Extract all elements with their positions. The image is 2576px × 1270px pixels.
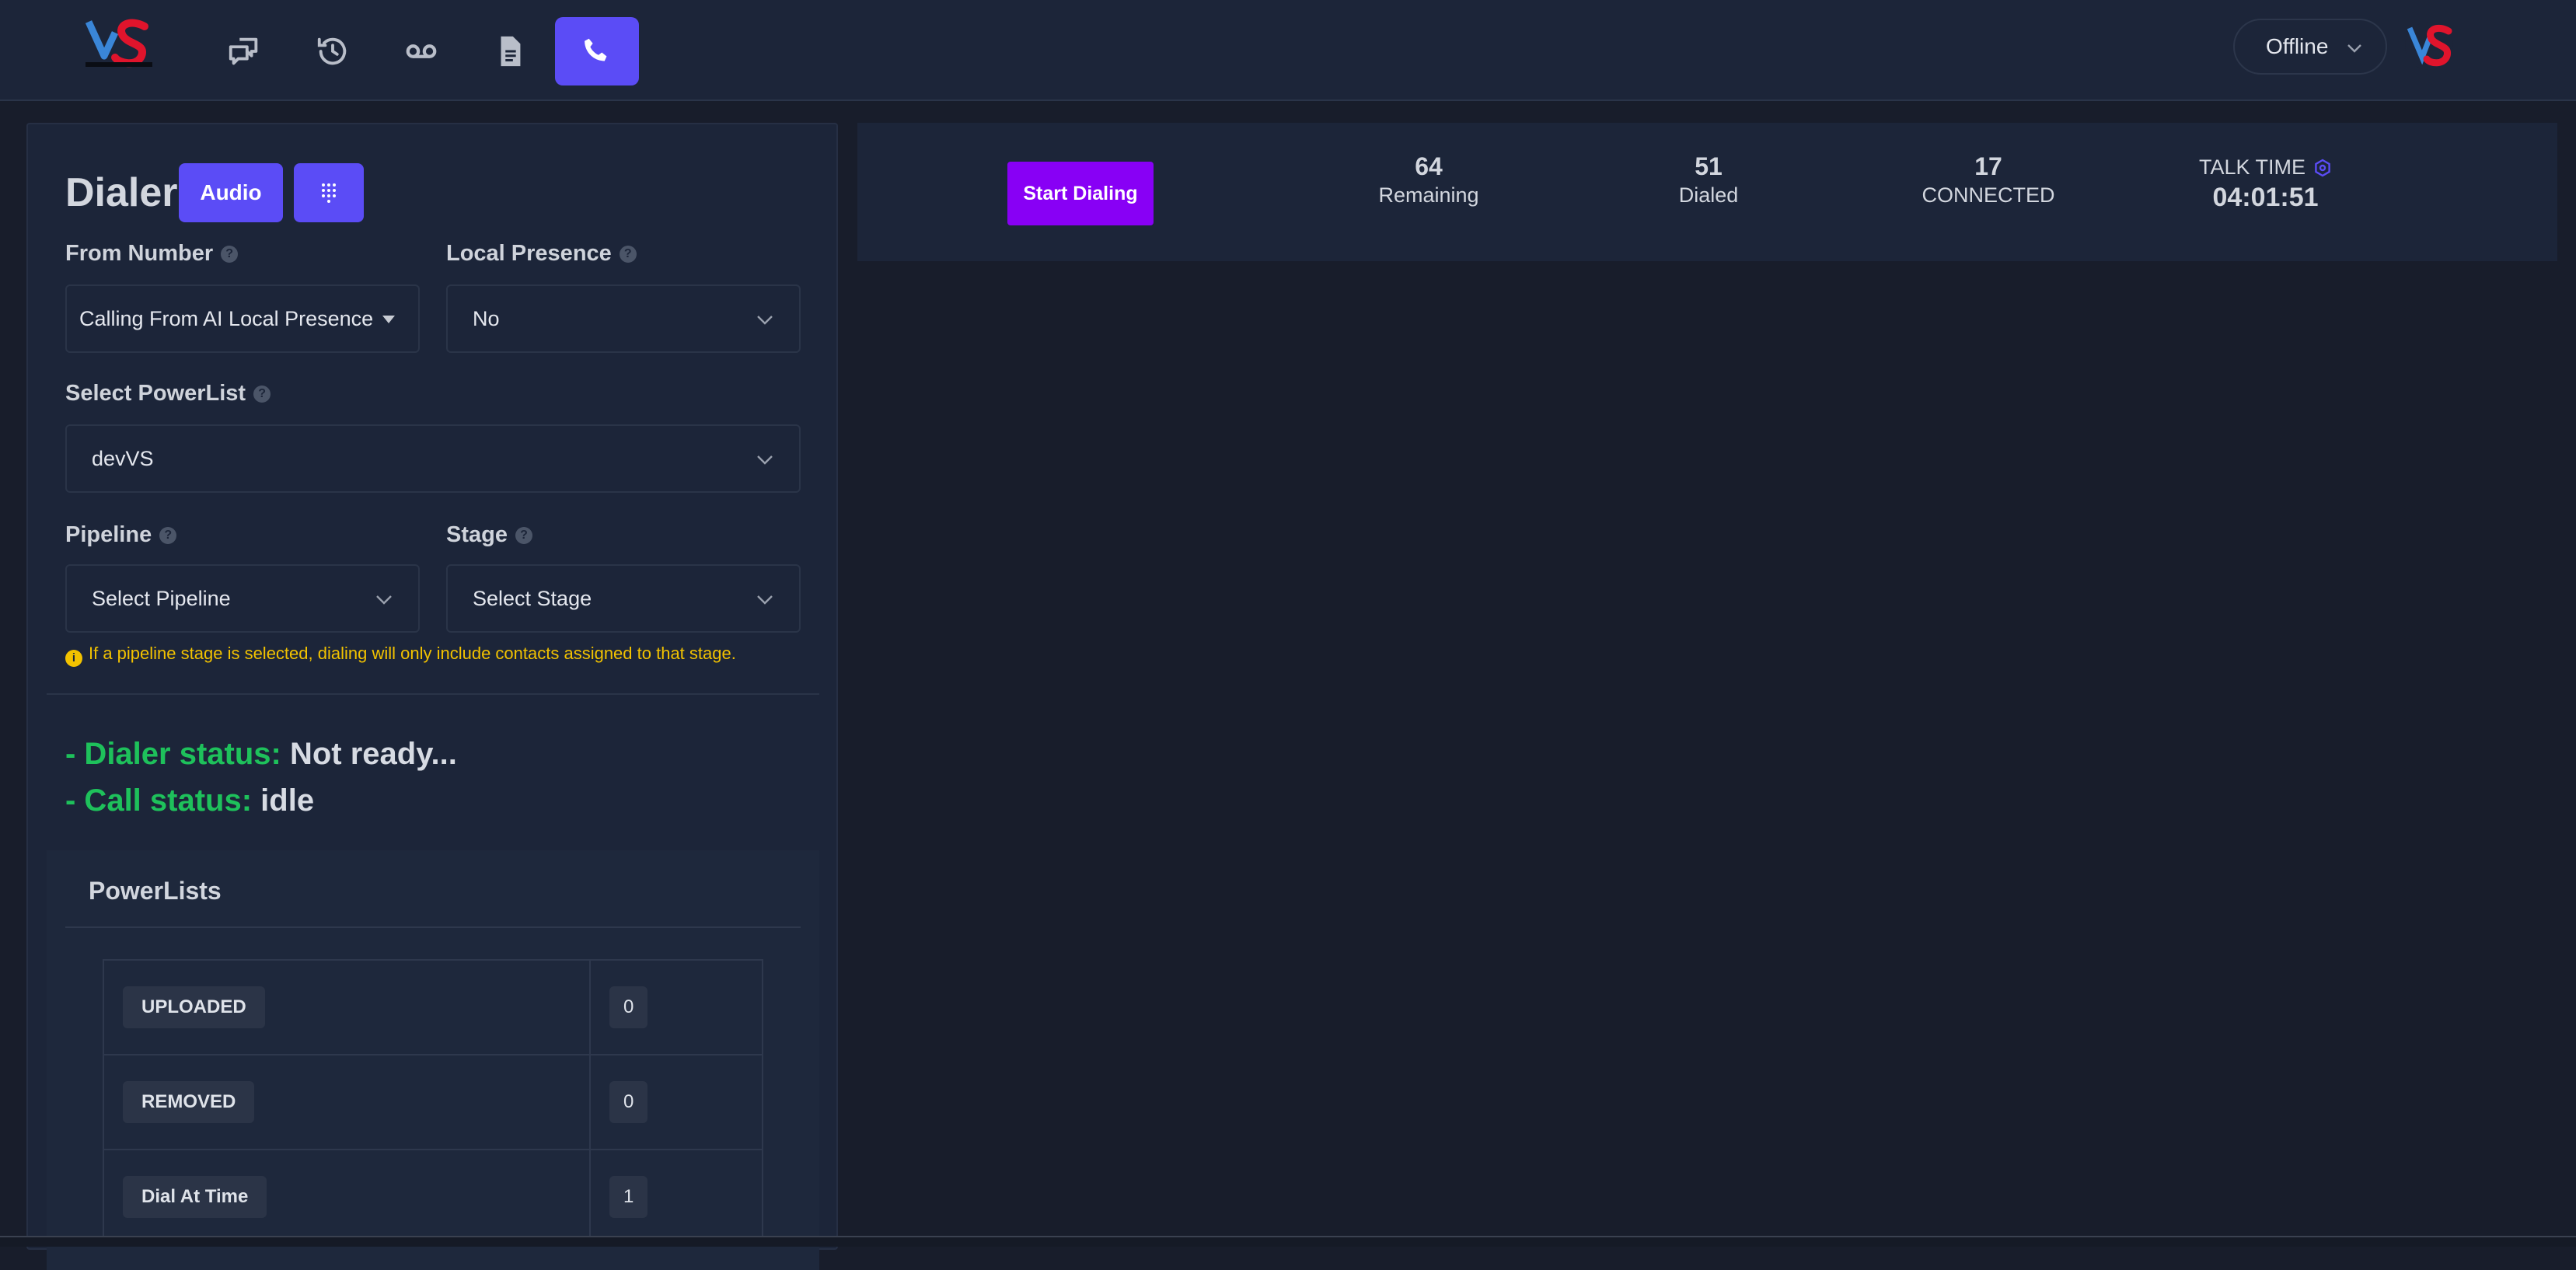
dialer-status-key: - Dialer status: (65, 737, 281, 771)
dialer-status-value: Not ready... (289, 737, 457, 771)
help-icon[interactable]: ? (619, 245, 637, 263)
stat-connected: 17 CONNECTED (1907, 151, 2070, 208)
pipeline-select[interactable]: Select Pipeline (65, 564, 420, 633)
talk-time-label: TALK TIME (2199, 155, 2306, 179)
keypad-button[interactable] (294, 163, 364, 222)
powerlists-card: PowerLists UPLOADED 0 REMOVED 0 Dial At … (47, 850, 819, 1270)
help-icon[interactable]: ? (515, 526, 532, 544)
row-label-badge: UPLOADED (123, 986, 265, 1028)
history-icon (317, 37, 347, 65)
stat-talk-time: TALK TIME 04:01:51 (2199, 155, 2332, 213)
chevron-down-icon (757, 455, 773, 465)
window-bottom-edge (0, 1236, 2576, 1247)
nav-voicemail-button[interactable] (379, 17, 463, 85)
call-status-value: idle (260, 783, 315, 818)
dialer-stats-bar: Start Dialing 64 Remaining 51 Dialed 17 … (857, 123, 2557, 261)
user-avatar[interactable] (2402, 20, 2456, 72)
start-dialing-button[interactable]: Start Dialing (1007, 162, 1154, 225)
row-label-badge: Dial At Time (123, 1176, 267, 1218)
availability-value: Offline (2266, 34, 2329, 58)
dialer-panel: Dialer Audio From Number ? Calling From … (26, 123, 838, 1270)
chevron-down-icon (757, 316, 773, 325)
settings-icon[interactable] (2313, 159, 2332, 177)
powerlists-table: UPLOADED 0 REMOVED 0 Dial At Time 1 (103, 959, 763, 1245)
divider (65, 926, 801, 928)
audio-button[interactable]: Audio (179, 163, 283, 222)
dialer-status: - Dialer status: Not ready... (65, 737, 457, 772)
caret-down-icon (382, 316, 395, 323)
divider (47, 693, 819, 695)
call-status-key: - Call status: (65, 783, 253, 818)
row-value-badge: 0 (609, 1081, 648, 1123)
pipeline-stage-note: i If a pipeline stage is selected, dialin… (65, 640, 788, 667)
stat-remaining: 64 Remaining (1363, 151, 1495, 208)
stage-value: Select Stage (473, 586, 592, 610)
local-presence-select[interactable]: No (446, 284, 801, 353)
row-value-badge: 0 (609, 986, 648, 1028)
info-icon: i (65, 649, 82, 667)
dialer-title: Dialer (65, 170, 178, 215)
table-row: UPLOADED 0 (103, 959, 763, 1055)
powerlist-value: devVS (92, 446, 154, 470)
row-label-badge: REMOVED (123, 1081, 255, 1123)
pipeline-label: Pipeline ? (65, 522, 177, 548)
from-number-value: Calling From AI Local Presence (79, 306, 374, 330)
talk-time-value: 04:01:51 (2212, 183, 2319, 212)
help-icon[interactable]: ? (253, 385, 271, 403)
row-value-badge: 1 (609, 1176, 648, 1218)
chevron-down-icon (376, 595, 392, 605)
table-cell: 0 (589, 1054, 763, 1150)
from-number-label: From Number ? (65, 241, 239, 267)
nav-documents-button[interactable] (468, 17, 552, 85)
stat-dialed-label: Dialed (1678, 183, 1739, 207)
help-icon[interactable]: ? (221, 245, 239, 263)
keypad-icon (322, 183, 336, 203)
table-row: REMOVED 0 (103, 1054, 763, 1150)
talk-time-label-row: TALK TIME (2199, 155, 2332, 180)
stat-remaining-label: Remaining (1378, 183, 1479, 207)
powerlist-select[interactable]: devVS (65, 424, 801, 493)
table-cell: UPLOADED (103, 959, 591, 1055)
pipeline-stage-note-text: If a pipeline stage is selected, dialing… (89, 644, 736, 663)
stat-connected-value: 17 (1974, 152, 2002, 180)
chevron-down-icon (757, 595, 773, 605)
document-icon (501, 36, 521, 67)
stage-select[interactable]: Select Stage (446, 564, 801, 633)
availability-select[interactable]: Offline (2233, 19, 2387, 75)
call-status: - Call status: idle (65, 783, 314, 818)
stat-dialed: 51 Dialed (1642, 151, 1775, 208)
from-number-select[interactable]: Calling From AI Local Presence (65, 284, 420, 353)
table-cell: Dial At Time (103, 1149, 591, 1245)
phone-icon (585, 38, 607, 61)
table-cell: 1 (589, 1149, 763, 1245)
help-icon[interactable]: ? (159, 526, 177, 544)
stat-connected-label: CONNECTED (1922, 183, 2055, 207)
top-navbar: Offline (0, 0, 2576, 101)
local-presence-label: Local Presence ? (446, 241, 637, 267)
table-row: Dial At Time 1 (103, 1149, 763, 1245)
voicemail-icon (406, 44, 437, 58)
chat-icon (229, 37, 258, 65)
nav-messages-button[interactable] (202, 17, 286, 85)
stage-label: Stage ? (446, 522, 532, 548)
stat-remaining-value: 64 (1415, 152, 1443, 180)
stat-dialed-value: 51 (1695, 152, 1723, 180)
nav-dialer-button[interactable] (555, 17, 639, 85)
app-logo[interactable] (84, 17, 154, 72)
powerlists-title: PowerLists (89, 877, 222, 905)
table-cell: 0 (589, 959, 763, 1055)
chevron-down-icon (2347, 44, 2361, 53)
pipeline-value: Select Pipeline (92, 586, 231, 610)
table-cell: REMOVED (103, 1054, 591, 1150)
local-presence-value: No (473, 306, 500, 330)
nav-history-button[interactable] (291, 17, 375, 85)
powerlist-label: Select PowerList ? (65, 381, 271, 406)
